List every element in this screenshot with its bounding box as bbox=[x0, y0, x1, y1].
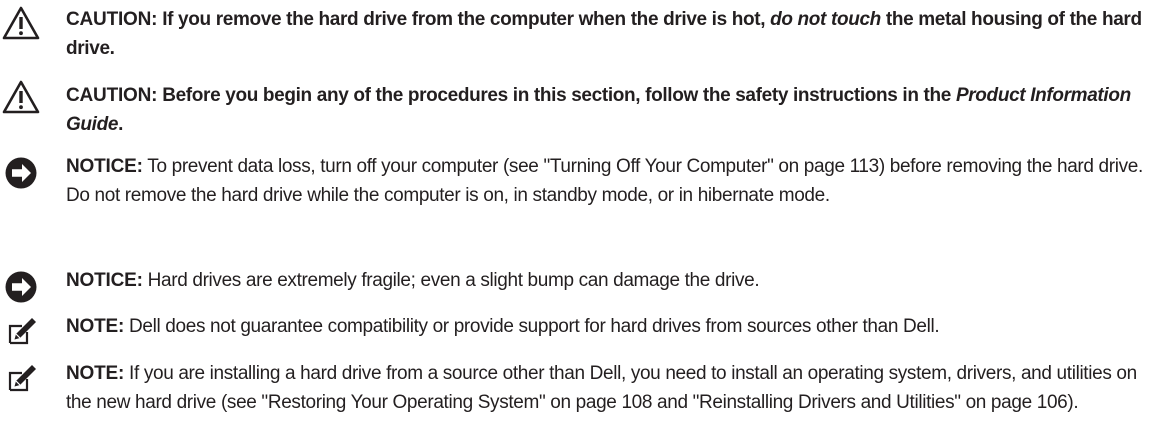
note-pencil-icon bbox=[7, 363, 45, 397]
caution-body-start: Before you begin any of the procedures i… bbox=[157, 85, 956, 106]
caution-triangle-icon bbox=[2, 80, 40, 114]
note-text: NOTE: If you are installing a hard drive… bbox=[66, 359, 1156, 417]
note-body: Dell does not guarantee compatibility or… bbox=[124, 316, 940, 337]
caution-body-start: If you remove the hard drive from the co… bbox=[157, 9, 771, 30]
notice-label: NOTICE: bbox=[66, 156, 143, 177]
caution-triangle-icon bbox=[2, 6, 40, 40]
note-label: NOTE: bbox=[66, 363, 125, 384]
notice-body: Hard drives are extremely fragile; even … bbox=[142, 270, 760, 291]
caution-label: CAUTION: bbox=[66, 85, 158, 106]
caution-emphasis: do not touch bbox=[770, 9, 881, 30]
caution-body-end: . bbox=[118, 114, 124, 135]
notice-body: To prevent data loss, turn off your comp… bbox=[66, 156, 1143, 206]
caution-text: CAUTION: Before you begin any of the pro… bbox=[66, 81, 1156, 139]
notice-text: NOTICE: To prevent data loss, turn off y… bbox=[66, 152, 1156, 210]
note-label: NOTE: bbox=[66, 316, 125, 337]
note-text: NOTE: Dell does not guarantee compatibil… bbox=[66, 312, 1156, 341]
caution-text: CAUTION: If you remove the hard drive fr… bbox=[66, 5, 1156, 63]
caution-label: CAUTION: bbox=[66, 9, 158, 30]
note-body: If you are installing a hard drive from … bbox=[66, 363, 1137, 413]
notice-arrow-icon bbox=[4, 156, 42, 190]
notice-arrow-icon bbox=[4, 270, 42, 304]
notice-text: NOTICE: Hard drives are extremely fragil… bbox=[66, 266, 1156, 295]
notice-label: NOTICE: bbox=[66, 270, 143, 291]
note-pencil-icon bbox=[7, 316, 45, 350]
